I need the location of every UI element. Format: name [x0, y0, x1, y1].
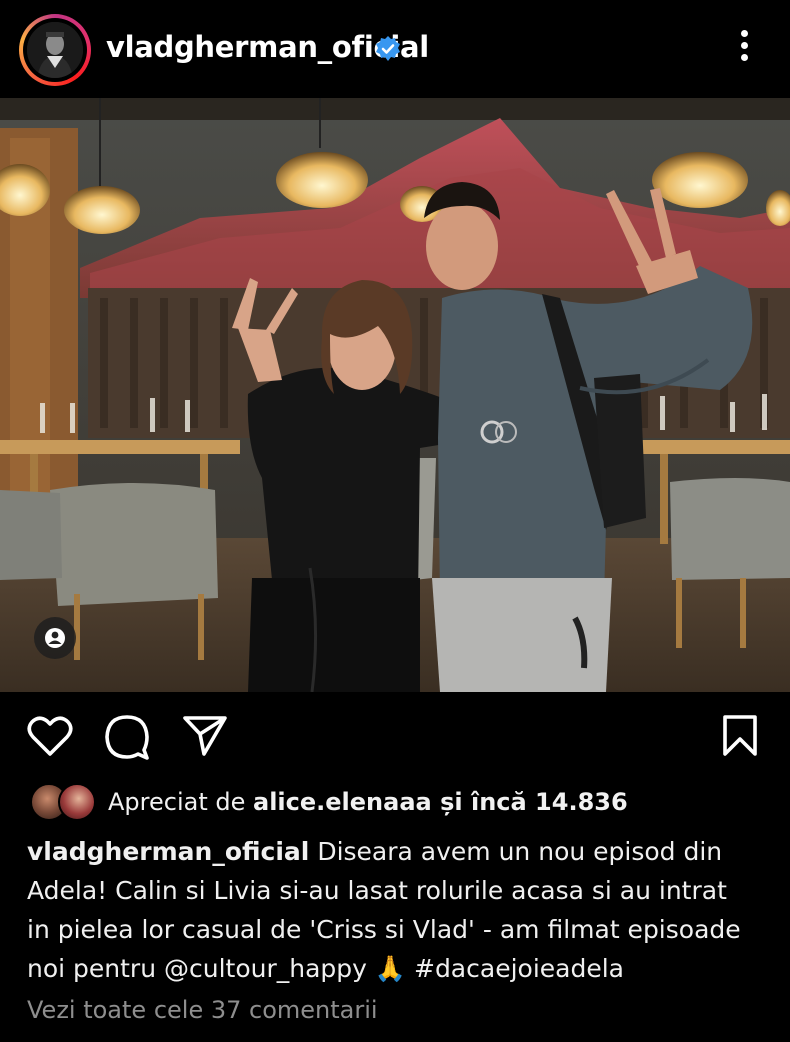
likes-count[interactable]: încă 14.836	[471, 788, 628, 816]
story-ring[interactable]	[19, 14, 91, 86]
liker-avatar	[58, 783, 96, 821]
caption-text: noi pentru @cultour_happy	[27, 954, 375, 983]
view-comments-link[interactable]: Vezi toate cele 37 comentarii	[27, 996, 378, 1024]
post-image[interactable]	[0, 98, 790, 692]
caption-username[interactable]: vladgherman_oficial	[27, 837, 309, 866]
restaurant-photo	[0, 98, 790, 692]
caption: vladgherman_oficial Diseara avem un nou …	[27, 832, 772, 988]
caption-text: Diseara avem un nou episod din	[309, 837, 723, 866]
caption-text: in pielea lor casual de 'Criss si Vlad' …	[27, 915, 741, 944]
send-icon[interactable]	[182, 714, 228, 758]
avatar-gap	[23, 18, 87, 82]
post-header: vladgherman_oficial	[0, 0, 790, 98]
bookmark-icon[interactable]	[720, 714, 760, 758]
likes-text[interactable]: Apreciat de alice.elenaaa și încă 14.836	[108, 788, 628, 816]
likes-row[interactable]: Apreciat de alice.elenaaa și încă 14.836	[30, 783, 770, 823]
avatar-photo	[27, 22, 83, 78]
action-bar	[0, 700, 790, 772]
liker-username[interactable]: alice.elenaaa	[253, 788, 432, 816]
more-vertical-icon[interactable]	[730, 30, 758, 68]
user-tag-icon[interactable]	[34, 617, 76, 659]
caption-text: Adela! Calin si Livia si-au lasat roluri…	[27, 876, 727, 905]
verified-badge-icon	[376, 36, 400, 61]
pray-emoji: 🙏	[374, 954, 407, 983]
avatar[interactable]	[27, 22, 83, 78]
comment-icon[interactable]	[104, 714, 150, 760]
heart-icon[interactable]	[26, 714, 74, 758]
hashtag-link[interactable]: #dacaejoieadela	[406, 954, 624, 983]
